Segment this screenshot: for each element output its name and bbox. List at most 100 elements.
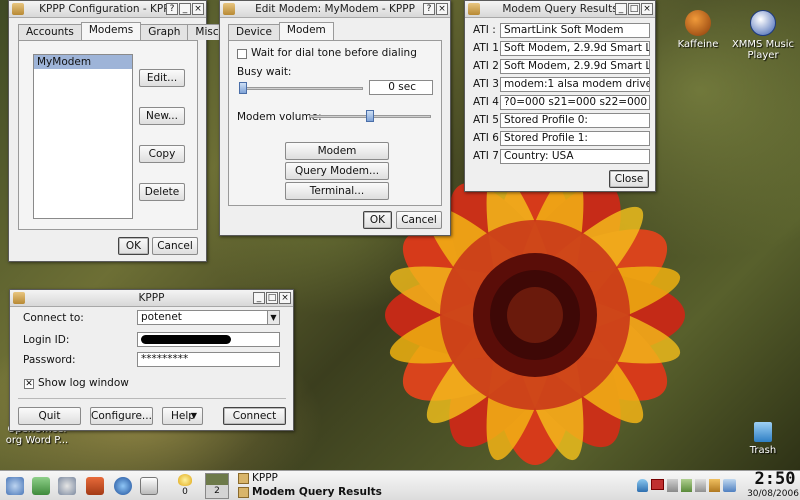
modem-panel: Wait for dial tone before dialing Busy w…	[228, 40, 442, 206]
query-row-label: ATI 5:	[473, 114, 503, 126]
titlebar[interactable]: Edit Modem: MyModem - KPPP ? ×	[220, 1, 450, 18]
desktop-icon-trash[interactable]: Trash	[728, 422, 798, 456]
login-id-field[interactable]	[137, 332, 280, 347]
query-row-label: ATI 7:	[473, 150, 503, 162]
close-button[interactable]: Close	[609, 170, 649, 188]
query-row-value[interactable]: SmartLink Soft Modem	[500, 23, 650, 38]
minimize-icon[interactable]: _	[253, 292, 265, 304]
query-row-value[interactable]: Stored Profile 1:	[500, 131, 650, 146]
edit-button[interactable]: Edit...	[139, 69, 185, 87]
show-log-label: Show log window	[38, 377, 129, 389]
wait-dial-tone-label: Wait for dial tone before dialing	[251, 47, 417, 59]
clipboard-icon[interactable]	[681, 479, 692, 492]
monitor-icon[interactable]	[723, 479, 736, 492]
terminal-icon[interactable]	[140, 477, 158, 495]
connect-to-select[interactable]: potenet ▼	[137, 310, 280, 325]
connect-to-value: potenet	[141, 311, 182, 323]
updater-icon[interactable]	[709, 479, 720, 492]
kppp-task-icon	[238, 487, 249, 498]
kaffeine-icon	[685, 10, 711, 36]
pager-desktop-number: 2	[214, 486, 220, 496]
maximize-icon[interactable]: □	[628, 3, 640, 15]
query-modem-button[interactable]: Query Modem...	[285, 162, 389, 180]
modem-list[interactable]: MyModem	[33, 54, 133, 219]
chevron-down-icon[interactable]: ▼	[267, 311, 279, 324]
task-label: KPPP	[252, 472, 278, 484]
busy-wait-slider[interactable]	[239, 87, 363, 90]
kppp-task-icon	[238, 473, 249, 484]
ok-button[interactable]: OK	[118, 237, 149, 255]
ok-button[interactable]: OK	[363, 211, 392, 229]
help-button[interactable]: Help ▼	[162, 407, 203, 425]
titlebar[interactable]: KPPP Configuration - KPPP ? _ ×	[9, 1, 206, 18]
speaker-icon[interactable]	[667, 479, 678, 492]
query-row-label: ATI 3:	[473, 78, 503, 90]
modem-commands-button[interactable]: Modem Commands...	[285, 142, 389, 173]
query-row-label: ATI 2:	[473, 60, 503, 72]
tab-modem[interactable]: Modem	[278, 22, 334, 40]
close-icon[interactable]: ×	[279, 292, 291, 304]
tab-accounts[interactable]: Accounts	[18, 24, 82, 40]
configure-button[interactable]: Configure...	[90, 407, 153, 425]
terminal-button[interactable]: Terminal...	[285, 182, 389, 200]
new-button[interactable]: New...	[139, 107, 185, 125]
modems-panel: MyModem Edit... New... Copy Delete	[18, 40, 198, 230]
tab-graph[interactable]: Graph	[140, 24, 189, 40]
minimize-icon[interactable]: _	[179, 3, 191, 15]
tab-device[interactable]: Device	[228, 24, 280, 40]
titlebar[interactable]: Modem Query Results _ □ ×	[465, 1, 655, 18]
quit-button[interactable]: Quit	[18, 407, 81, 425]
close-icon[interactable]: ×	[436, 3, 448, 15]
taskbar: 0 2 KPPP Modem Query Results 2:50 30/08/…	[0, 470, 800, 500]
titlebar[interactable]: KPPP _ □ ×	[10, 290, 293, 307]
xmms-icon	[750, 10, 776, 36]
list-item[interactable]: MyModem	[34, 55, 132, 69]
desktop-icon-xmms[interactable]: XMMS Music Player	[728, 10, 798, 61]
window-title: KPPP	[138, 292, 165, 304]
minimize-icon[interactable]: _	[615, 3, 627, 15]
busy-wait-spinbox[interactable]: 0 sec	[369, 80, 433, 95]
password-field[interactable]: *********	[137, 352, 280, 367]
network-icon[interactable]	[637, 479, 648, 492]
copy-button[interactable]: Copy	[139, 145, 185, 163]
window-title: Edit Modem: MyModem - KPPP	[255, 3, 415, 15]
clock-time[interactable]: 2:50	[752, 471, 798, 488]
task-kppp[interactable]: KPPP	[236, 472, 278, 486]
close-icon[interactable]: ×	[641, 3, 653, 15]
home-icon[interactable]	[86, 477, 104, 495]
connect-button[interactable]: Connect	[223, 407, 286, 425]
browser-globe-icon[interactable]	[114, 477, 132, 495]
mixer-icon[interactable]	[695, 479, 706, 492]
desktop-icon-label: Trash	[749, 445, 777, 456]
query-row-value[interactable]: Soft Modem, 2.9.9d Smart Link Ltd.	[500, 59, 650, 74]
query-row-value[interactable]: Soft Modem, 2.9.9d Smart Link Ltd.	[500, 41, 650, 56]
cancel-button[interactable]: Cancel	[396, 211, 442, 229]
kmenu-icon[interactable]	[6, 477, 24, 495]
help-icon[interactable]: ?	[166, 3, 178, 15]
wait-dial-tone-checkbox[interactable]	[237, 49, 247, 59]
query-row-value[interactable]: Country: USA	[500, 149, 650, 164]
delete-button[interactable]: Delete	[139, 183, 185, 201]
gear-icon[interactable]	[58, 477, 76, 495]
cancel-button[interactable]: Cancel	[152, 237, 198, 255]
keyboard-layout-icon[interactable]	[651, 479, 664, 490]
task-modem-query-results[interactable]: Modem Query Results	[236, 486, 382, 500]
show-log-checkbox[interactable]: ✕	[24, 379, 34, 389]
help-icon[interactable]: ?	[423, 3, 435, 15]
pager-thumbnail	[206, 474, 228, 485]
system-tray	[637, 479, 736, 492]
close-icon[interactable]: ×	[192, 3, 204, 15]
desktop-icon-kaffeine[interactable]: Kaffeine	[663, 10, 733, 50]
query-row-value[interactable]: ?0=000 s21=000 s22=000 s23=000	[500, 95, 650, 110]
lightbulb-icon[interactable]	[178, 474, 192, 486]
query-row-label: ATI 1:	[473, 42, 503, 54]
query-row-value[interactable]: modem:1 alsa modem driver	[500, 77, 650, 92]
tab-modems[interactable]: Modems	[80, 22, 142, 40]
busy-wait-slider-handle[interactable]	[239, 82, 247, 94]
modem-volume-slider-handle[interactable]	[366, 110, 374, 122]
pen-icon[interactable]	[32, 477, 50, 495]
query-row-value[interactable]: Stored Profile 0:	[500, 113, 650, 128]
desktop-pager[interactable]: 2	[205, 473, 229, 499]
modem-query-results-window: Modem Query Results _ □ × ATI : SmartLink…	[464, 0, 656, 192]
maximize-icon[interactable]: □	[266, 292, 278, 304]
